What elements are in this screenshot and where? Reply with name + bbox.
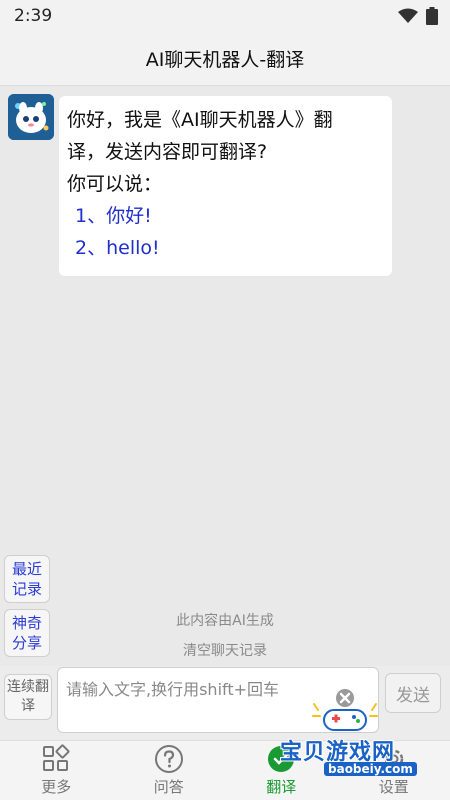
suggestion-option[interactable]: 2、hello!: [75, 232, 384, 264]
recent-records-button[interactable]: 最近记录: [4, 555, 50, 603]
status-time: 2:39: [14, 6, 53, 26]
bot-message-bubble: 你好，我是《AI聊天机器人》翻 译，发送内容即可翻译? 你可以说： 1、你好! …: [59, 96, 392, 276]
bot-avatar: [8, 94, 54, 140]
nav-label: 更多: [41, 778, 72, 796]
title-bar: AI聊天机器人-翻译: [0, 32, 450, 86]
question-icon: [154, 744, 184, 774]
nav-item-translate[interactable]: 翻译: [225, 741, 338, 800]
composer: 连续翻译 发送: [0, 666, 450, 740]
grid-icon: [41, 744, 71, 774]
nav-label: 设置: [378, 778, 409, 796]
message-input[interactable]: [57, 667, 379, 733]
message-line: 你好，我是《AI聊天机器人》翻: [67, 109, 333, 131]
clear-chat-link[interactable]: 清空聊天记录: [0, 640, 450, 660]
nav-item-more[interactable]: 更多: [0, 741, 113, 800]
status-bar: 2:39: [0, 0, 450, 32]
bottom-nav: 更多 问答 翻译 设置: [0, 740, 450, 800]
send-button[interactable]: 发送: [385, 673, 441, 713]
status-icons: [398, 7, 438, 25]
nav-label: 翻译: [266, 778, 297, 796]
continuous-translate-button[interactable]: 连续翻译: [4, 674, 52, 720]
nav-label: 问答: [153, 778, 184, 796]
suggestion-option[interactable]: 1、你好!: [75, 200, 384, 232]
message-line: 译，发送内容即可翻译?: [67, 141, 268, 163]
robot-avatar-icon: [8, 94, 54, 140]
settings-icon: [379, 744, 409, 774]
battery-icon: [426, 7, 438, 25]
nav-item-settings[interactable]: 设置: [338, 741, 450, 800]
translate-icon: [266, 744, 296, 774]
nav-item-qa[interactable]: 问答: [113, 741, 226, 800]
ai-generated-notice: 此内容由AI生成: [176, 613, 274, 629]
chat-area[interactable]: 你好，我是《AI聊天机器人》翻 译，发送内容即可翻译? 你可以说： 1、你好! …: [0, 86, 450, 666]
wifi-icon: [398, 8, 418, 23]
message-line: 你可以说：: [67, 173, 163, 195]
page-title: AI聊天机器人-翻译: [145, 49, 305, 71]
